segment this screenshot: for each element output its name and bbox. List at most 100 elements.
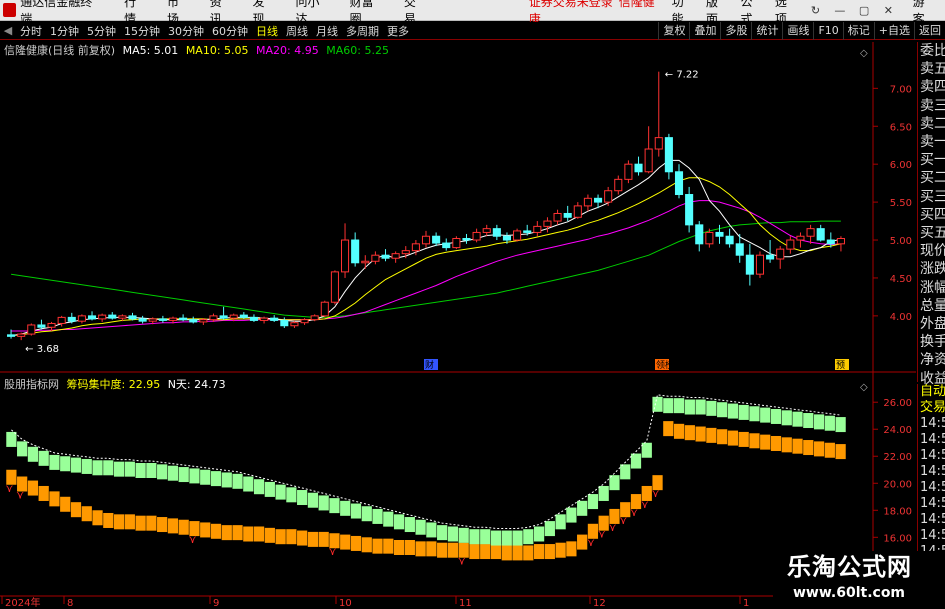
green-bar	[609, 475, 620, 491]
toolbar-btn-3[interactable]: 统计	[751, 21, 782, 40]
candle-body	[563, 212, 572, 218]
candle-body	[816, 228, 825, 241]
orange-bar	[598, 515, 609, 531]
signal-arrow-icon: ⋎	[587, 536, 595, 549]
order-row-0: 委比	[920, 43, 945, 59]
green-bar	[361, 506, 372, 522]
orange-bar	[275, 529, 286, 545]
green-bar	[738, 404, 749, 420]
period-tab-9[interactable]: 多周期	[342, 23, 383, 39]
green-bar	[286, 487, 297, 503]
green-bar	[38, 450, 49, 466]
orange-bar	[706, 427, 717, 443]
orange-bar	[792, 438, 803, 454]
close-icon[interactable]: ✕	[876, 4, 900, 17]
period-tab-5[interactable]: 60分钟	[208, 23, 252, 39]
candle-body	[685, 194, 694, 226]
green-bar	[340, 500, 351, 516]
high-price-label: ← 7.22	[665, 70, 699, 81]
candle-body	[573, 205, 582, 218]
indicator-dotted-line	[11, 394, 841, 529]
period-tab-6[interactable]: 日线	[252, 23, 282, 39]
orange-bar	[70, 502, 82, 518]
orange-bar	[393, 540, 405, 555]
side-row-2: 14:56	[920, 416, 945, 431]
orange-bar	[426, 541, 437, 557]
order-row-15: 外盘	[920, 316, 945, 333]
orange-bar	[340, 534, 351, 550]
toolbar-btn-5[interactable]: F10	[813, 21, 842, 40]
toolbar-btn-1[interactable]: 叠加	[689, 21, 720, 40]
signal-arrow-icon: ⋎	[328, 545, 336, 558]
orange-bar	[727, 430, 739, 446]
orange-bar	[157, 517, 168, 533]
candle-body	[320, 301, 329, 317]
green-bar	[555, 514, 566, 530]
kline-chart[interactable]: ⋎⋎⋎⋎⋎⋎⋎⋎⋎⋎⋎⋎ 7.006.506.005.505.004.504.0…	[0, 0, 945, 609]
orange-bar	[437, 542, 448, 558]
green-bar	[652, 396, 663, 412]
price-tick-label: 5.00	[890, 236, 912, 247]
side-row-3: 14:56	[920, 432, 945, 447]
app-logo-icon	[3, 3, 17, 17]
orange-bar	[770, 435, 782, 451]
period-tab-2[interactable]: 5分钟	[83, 23, 120, 39]
orange-bar	[124, 514, 135, 530]
toolbar-btn-4[interactable]: 画线	[782, 21, 813, 40]
toolbar-btn-2[interactable]: 多股	[720, 21, 751, 40]
candle-body	[472, 231, 481, 241]
toolbar-btn-0[interactable]: 复权	[658, 21, 689, 40]
toolbar-btn-8[interactable]: 返回	[914, 21, 945, 40]
period-tab-10[interactable]: 更多	[383, 23, 413, 39]
event-marker-lingbang-bg	[655, 359, 669, 370]
green-bar	[318, 495, 329, 511]
toolbar-btn-6[interactable]: 标记	[842, 21, 874, 40]
green-bar	[727, 403, 739, 419]
green-bar	[124, 461, 135, 477]
green-bar	[6, 431, 17, 447]
period-tab-4[interactable]: 30分钟	[164, 23, 208, 39]
green-bar	[824, 415, 835, 431]
ma5-value: MA5: 5.01	[122, 44, 179, 57]
period-tab-8[interactable]: 月线	[312, 23, 342, 39]
orange-bar	[189, 521, 200, 537]
period-tab-0[interactable]: 分时	[16, 23, 46, 39]
orange-bar	[167, 518, 179, 534]
orange-bar	[824, 442, 835, 458]
toolbar-btn-7[interactable]: +自选	[873, 21, 914, 40]
candle-body	[219, 315, 228, 319]
candle-body	[330, 271, 339, 303]
green-bar	[393, 514, 405, 530]
green-bar	[27, 446, 39, 462]
period-tab-7[interactable]: 周线	[282, 23, 312, 39]
ma10-line	[11, 177, 842, 337]
minimize-icon[interactable]: —	[828, 4, 852, 17]
candle-body	[148, 318, 157, 322]
order-row-12: 涨跌	[920, 261, 945, 278]
orange-bar	[652, 475, 663, 491]
green-bar	[501, 530, 512, 546]
sub-tick-label: 26.00	[883, 398, 912, 409]
order-row-9: 买四	[920, 206, 945, 223]
green-bar	[598, 485, 609, 501]
candle-body	[421, 235, 431, 245]
candle-body	[806, 228, 815, 237]
candle-body	[351, 239, 360, 264]
period-tab-1[interactable]: 1分钟	[46, 23, 83, 39]
orange-bar	[695, 426, 706, 442]
candle-body	[98, 314, 107, 320]
green-bar	[835, 417, 846, 433]
signal-arrow-icon: ⋎	[16, 489, 24, 502]
maximize-icon[interactable]: ▢	[852, 4, 876, 17]
candle-body	[27, 324, 36, 335]
period-tab-3[interactable]: 15分钟	[120, 23, 164, 39]
candle-body	[280, 319, 289, 327]
green-bar	[620, 464, 631, 480]
refresh-icon[interactable]: ↻	[803, 4, 827, 17]
candle-body	[543, 220, 552, 227]
sub-info-line: 股朋指标网 筹码集中度: 22.95 N天: 24.73	[4, 376, 230, 392]
green-bar	[243, 476, 254, 492]
order-row-5: 卖一	[920, 134, 945, 151]
side-row-6: 14:56	[920, 480, 945, 495]
prev-arrow-icon[interactable]: ◀	[0, 24, 16, 37]
